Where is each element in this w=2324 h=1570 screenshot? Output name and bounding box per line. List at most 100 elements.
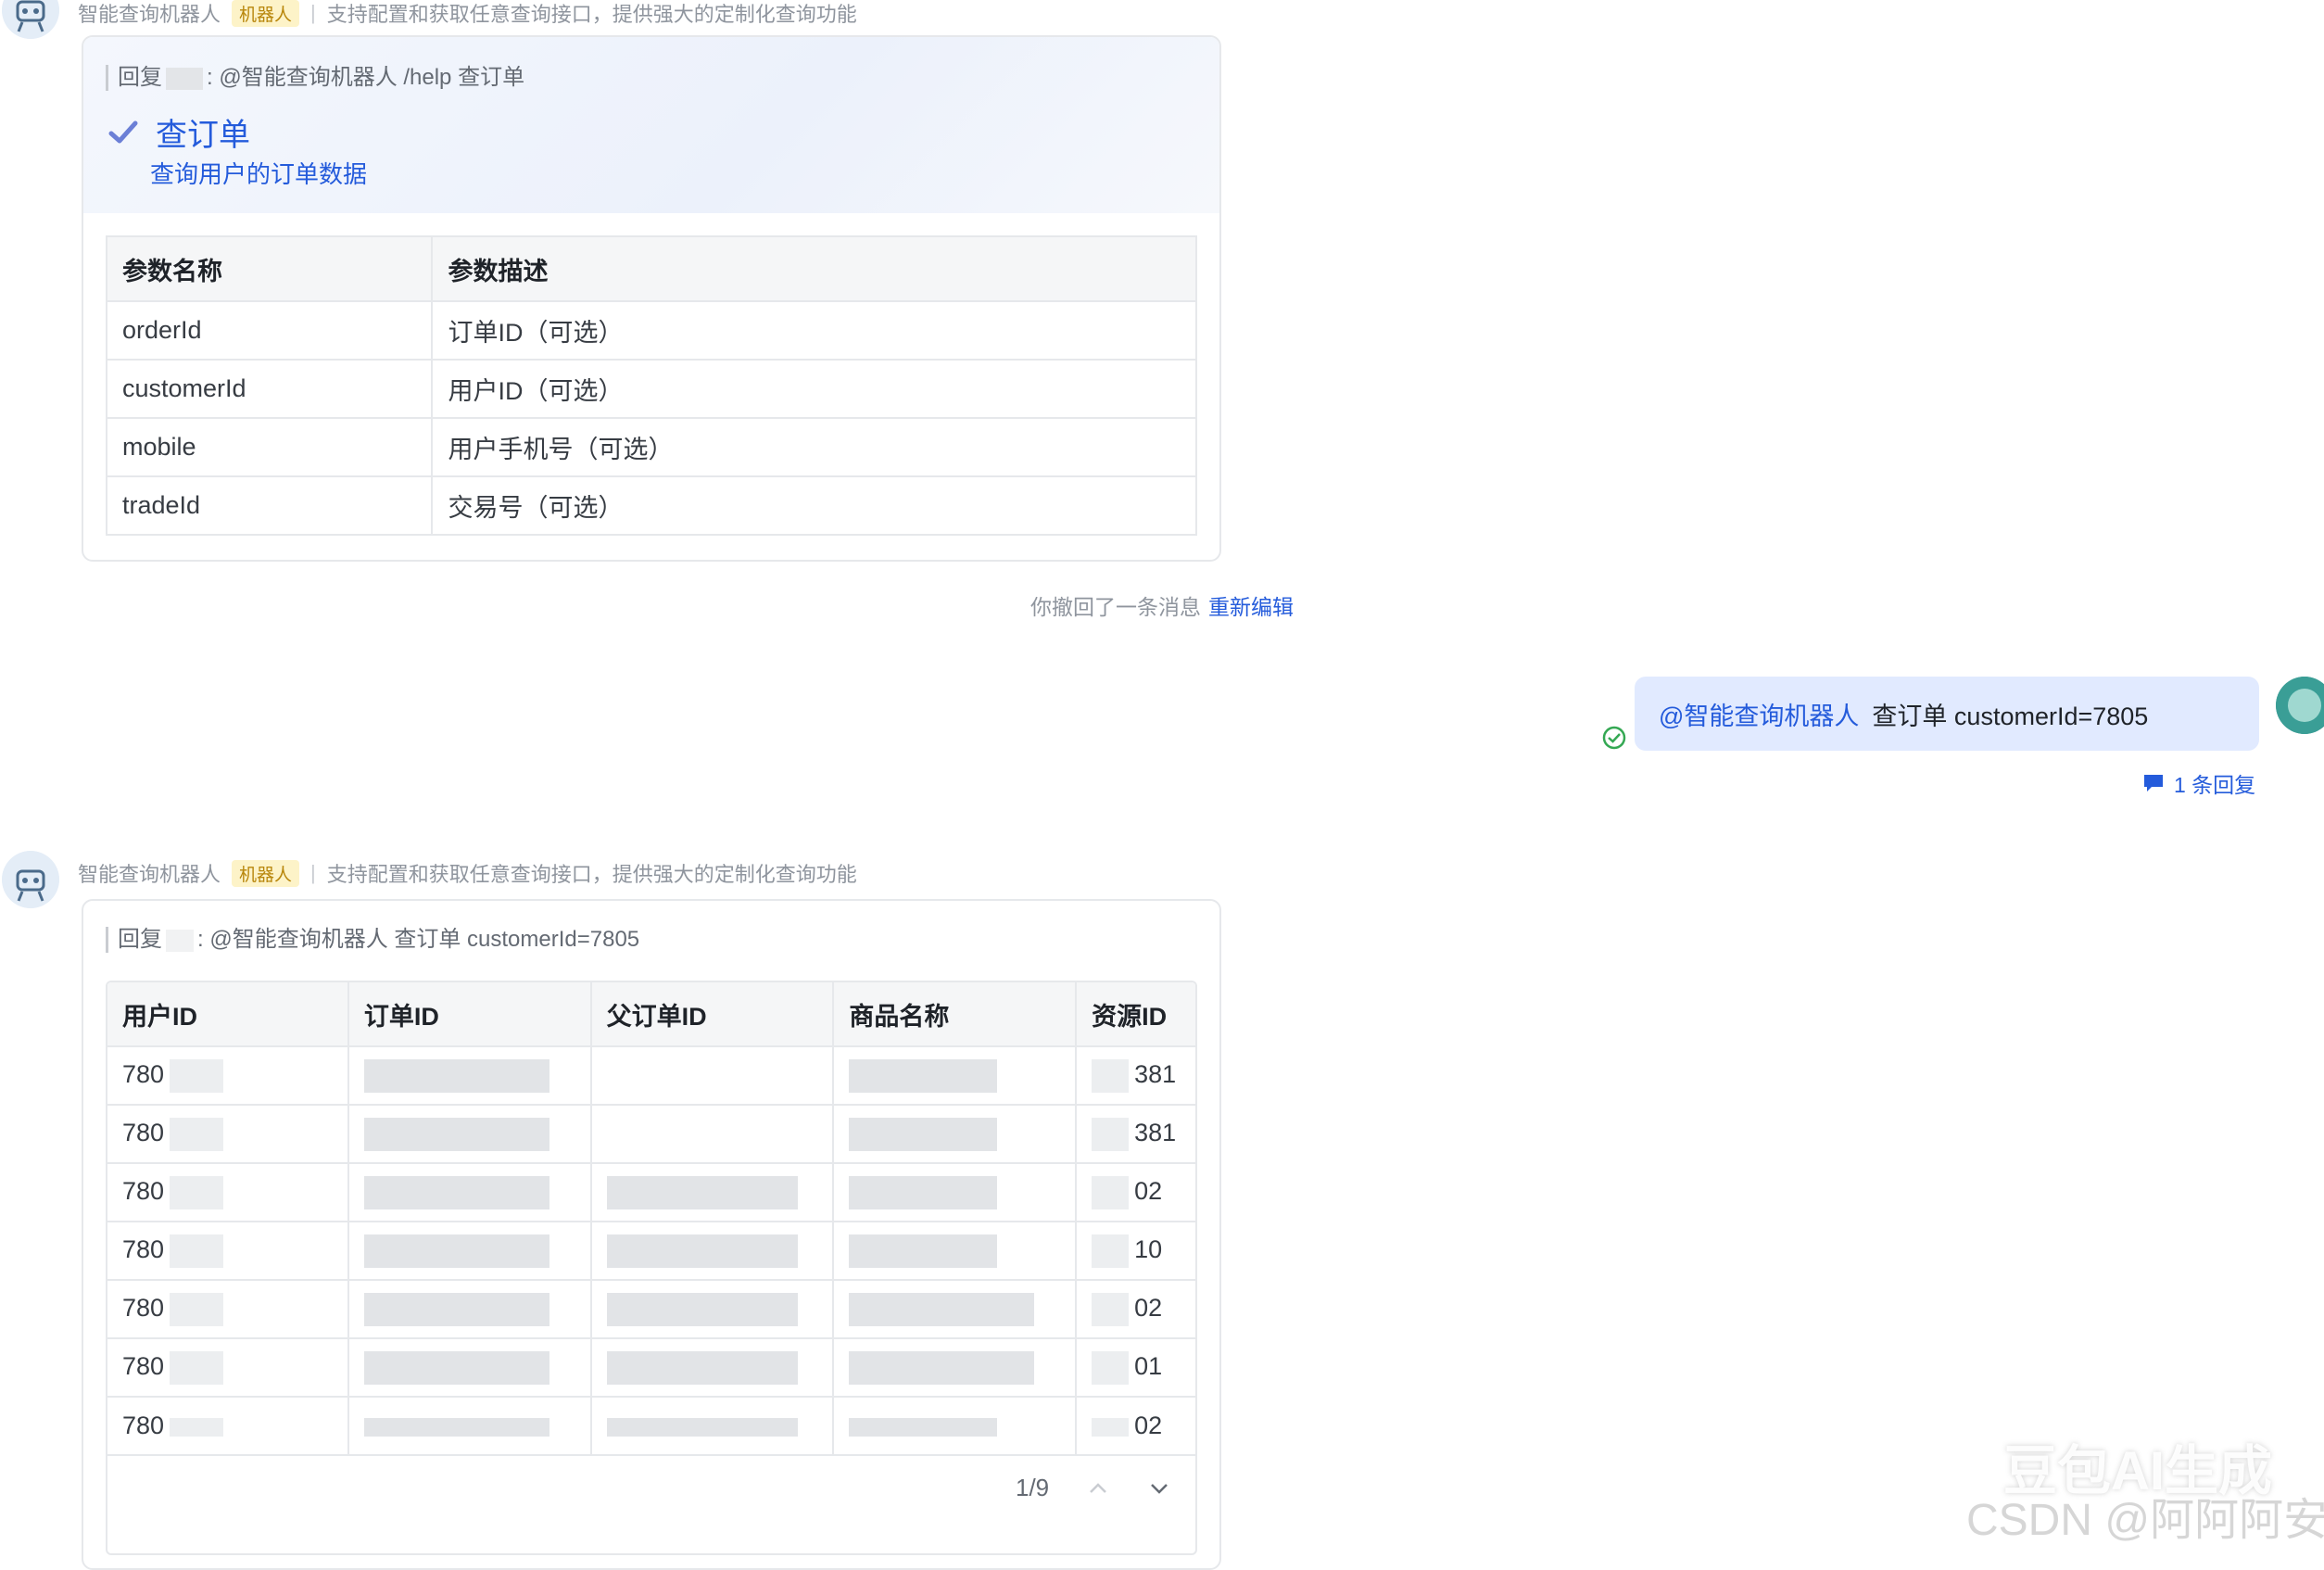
user-avatar[interactable] (2276, 677, 2324, 734)
re-edit-link[interactable]: 重新编辑 (1208, 595, 1294, 619)
redacted (849, 1417, 998, 1437)
table-row: orderId 订单ID（可选） (105, 300, 1197, 361)
cell-product-name (832, 1045, 1078, 1106)
redacted (849, 1175, 998, 1209)
resource-id-value: 02 (1134, 1412, 1163, 1439)
read-status-icon (1602, 726, 1626, 750)
param-desc: 订单ID（可选） (431, 300, 1197, 361)
message-card-result: 回复: @智能查询机器人 查订单 customerId=7805 用户ID 订单… (82, 899, 1221, 1570)
resource-id-value: 02 (1134, 1293, 1163, 1322)
check-icon (108, 120, 138, 143)
sender-line: 智能查询机器人 机器人 | 支持配置和获取任意查询接口，提供强大的定制化查询功能 (78, 858, 857, 888)
column-header: 父订单ID (589, 982, 835, 1047)
cell-resource-id: 01 (1075, 1337, 1195, 1398)
cell-user-id: 780 (107, 1104, 349, 1164)
reply-count-text: 1 条回复 (2174, 773, 2256, 797)
redacted (170, 1117, 224, 1151)
chevron-up-icon[interactable] (1086, 1476, 1110, 1500)
param-desc: 交易号（可选） (431, 475, 1197, 536)
redacted (363, 1117, 549, 1151)
recall-text: 你撤回了一条消息 (1030, 595, 1201, 619)
cell-user-id: 780 (107, 1221, 349, 1281)
bot-avatar[interactable] (2, 0, 59, 39)
bot-name[interactable]: 智能查询机器人 (78, 858, 221, 888)
chevron-down-icon[interactable] (1147, 1476, 1171, 1500)
mention[interactable]: @智能查询机器人 (1659, 696, 1859, 732)
table-pager: 1/9 (1016, 1474, 1171, 1502)
my-message-bubble[interactable]: @智能查询机器人 查订单 customerId=7805 (1635, 677, 2259, 751)
cell-product-name (832, 1337, 1078, 1398)
cell-order-id (347, 1337, 592, 1398)
param-name: customerId (105, 359, 434, 419)
param-name: mobile (105, 417, 434, 477)
param-desc: 用户手机号（可选） (431, 417, 1197, 477)
cell-resource-id: 381 (1075, 1104, 1195, 1164)
resource-id-value: 02 (1134, 1176, 1163, 1205)
redacted (363, 1175, 549, 1209)
blurred-username (166, 67, 203, 90)
cell-order-id (347, 1221, 592, 1281)
reply-quote[interactable]: 回复: @智能查询机器人 /help 查订单 (106, 65, 524, 91)
redacted (849, 1292, 1035, 1326)
result-table-wrap: 用户ID 订单ID 父订单ID 商品名称 资源ID 780 381 780 38… (106, 981, 1197, 1555)
param-table: 参数名称 参数描述 orderId 订单ID（可选） customerId 用户… (105, 235, 1197, 536)
divider: | (310, 1, 316, 24)
cell-parent-order-id (589, 1104, 835, 1164)
bot-description: 支持配置和获取任意查询接口，提供强大的定制化查询功能 (326, 863, 857, 886)
reply-label: 回复 (118, 927, 162, 952)
table-row: customerId 用户ID（可选） (105, 359, 1197, 419)
table-row: tradeId 交易号（可选） (105, 475, 1197, 536)
message-card-help: 回复: @智能查询机器人 /help 查订单 查订单 查询用户的订单数据 参数名… (82, 35, 1221, 562)
redacted (363, 1234, 549, 1268)
cell-parent-order-id (589, 1162, 835, 1222)
bot-tag: 机器人 (232, 859, 300, 887)
redacted (363, 1417, 549, 1437)
cell-product-name (832, 1162, 1078, 1222)
table-row: 780 01 (107, 1337, 1195, 1398)
redacted (170, 1175, 224, 1209)
redacted (170, 1292, 224, 1326)
cell-parent-order-id (589, 1396, 835, 1456)
table-row: 780 10 (107, 1221, 1195, 1281)
robot-icon (2, 851, 59, 908)
user-id-prefix: 780 (122, 1293, 165, 1322)
reply-quote[interactable]: 回复: @智能查询机器人 查订单 customerId=7805 (106, 927, 639, 953)
cell-product-name (832, 1396, 1078, 1456)
cell-user-id: 780 (107, 1045, 349, 1106)
bot-name[interactable]: 智能查询机器人 (78, 0, 221, 28)
column-header: 订单ID (347, 982, 592, 1047)
cell-product-name (832, 1221, 1078, 1281)
redacted (606, 1234, 798, 1268)
redacted (1092, 1350, 1130, 1385)
cell-user-id: 780 (107, 1337, 349, 1398)
column-header: 用户ID (107, 982, 349, 1047)
reply-count[interactable]: 1 条回复 (2142, 767, 2255, 799)
table-row: 780 02 (107, 1279, 1195, 1339)
cell-resource-id: 02 (1075, 1162, 1195, 1222)
page-indicator: 1/9 (1016, 1474, 1050, 1501)
cell-parent-order-id (589, 1279, 835, 1339)
cell-order-id (347, 1045, 592, 1106)
cell-parent-order-id (589, 1045, 835, 1106)
column-header: 参数名称 (105, 235, 434, 302)
user-id-prefix: 780 (122, 1118, 165, 1146)
cell-order-id (347, 1279, 592, 1339)
cell-resource-id: 02 (1075, 1279, 1195, 1339)
redacted (606, 1417, 798, 1437)
table-row: 780 02 (107, 1162, 1195, 1222)
redacted (849, 1234, 998, 1268)
bot-avatar[interactable] (2, 851, 59, 908)
user-id-prefix: 780 (122, 1351, 165, 1380)
resource-id-value: 381 (1134, 1059, 1177, 1088)
sender-line: 智能查询机器人 机器人 | 支持配置和获取任意查询接口，提供强大的定制化查询功能 (78, 0, 857, 28)
recall-notice: 你撤回了一条消息 重新编辑 (1030, 589, 1294, 621)
redacted (1092, 1117, 1130, 1151)
bot-tag: 机器人 (232, 0, 300, 27)
redacted (849, 1058, 998, 1093)
user-avatar-icon (2276, 677, 2324, 734)
table-header-row: 参数名称 参数描述 (105, 235, 1197, 302)
resource-id-value: 01 (1134, 1351, 1163, 1380)
redacted (170, 1058, 224, 1093)
user-id-prefix: 780 (122, 1412, 165, 1439)
cell-resource-id: 381 (1075, 1045, 1195, 1106)
